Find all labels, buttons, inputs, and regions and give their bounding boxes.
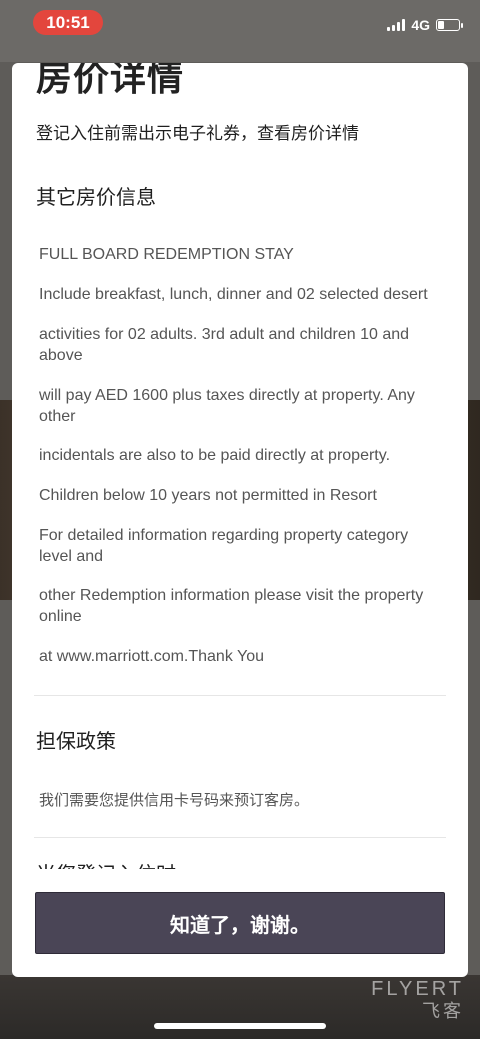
status-icons: 4G bbox=[387, 17, 463, 33]
checkin-heading: 当您登记入住时 bbox=[36, 858, 176, 869]
network-type: 4G bbox=[411, 17, 430, 33]
home-indicator[interactable] bbox=[154, 1023, 326, 1029]
flyert-watermark: FLYERT 飞客 bbox=[371, 978, 464, 1023]
rate-info-line: incidentals are also to be paid directly… bbox=[39, 447, 391, 464]
rate-info-line: other Redemption information please visi… bbox=[39, 587, 424, 625]
guarantee-policy-text: 我们需要您提供信用卡号码来预订客房。 bbox=[39, 791, 310, 809]
rate-details-modal: 房价详情 登记入住前需出示电子礼券，查看房价详情 其它房价信息 FULL BOA… bbox=[12, 63, 468, 977]
section-divider bbox=[34, 695, 446, 696]
rate-info-line: will pay AED 1600 plus taxes directly at… bbox=[39, 387, 415, 425]
other-rate-info-heading: 其它房价信息 bbox=[36, 185, 156, 209]
rate-info-line: For detailed information regarding prope… bbox=[39, 527, 409, 565]
section-divider bbox=[34, 837, 446, 838]
status-time: 10:51 bbox=[46, 12, 90, 32]
rate-info-line: Children below 10 years not permitted in… bbox=[39, 487, 377, 504]
modal-scroll-content[interactable]: 房价详情 登记入住前需出示电子礼券，查看房价详情 其它房价信息 FULL BOA… bbox=[12, 63, 468, 869]
modal-title: 房价详情 bbox=[36, 63, 185, 99]
cellular-signal-icon bbox=[387, 19, 406, 31]
rate-info-line: at www.marriott.com.Thank You bbox=[39, 648, 264, 665]
rate-info-line: Include breakfast, lunch, dinner and 02 … bbox=[39, 286, 428, 303]
rate-info-line: FULL BOARD REDEMPTION STAY bbox=[39, 246, 294, 263]
battery-icon bbox=[436, 19, 463, 31]
confirm-button[interactable]: 知道了，谢谢。 bbox=[35, 892, 445, 954]
modal-subtitle: 登记入住前需出示电子礼券，查看房价详情 bbox=[36, 124, 359, 144]
rate-info-line: activities for 02 adults. 3rd adult and … bbox=[39, 326, 410, 364]
status-time-pill: 10:51 bbox=[33, 10, 103, 35]
guarantee-policy-heading: 担保政策 bbox=[36, 729, 116, 753]
